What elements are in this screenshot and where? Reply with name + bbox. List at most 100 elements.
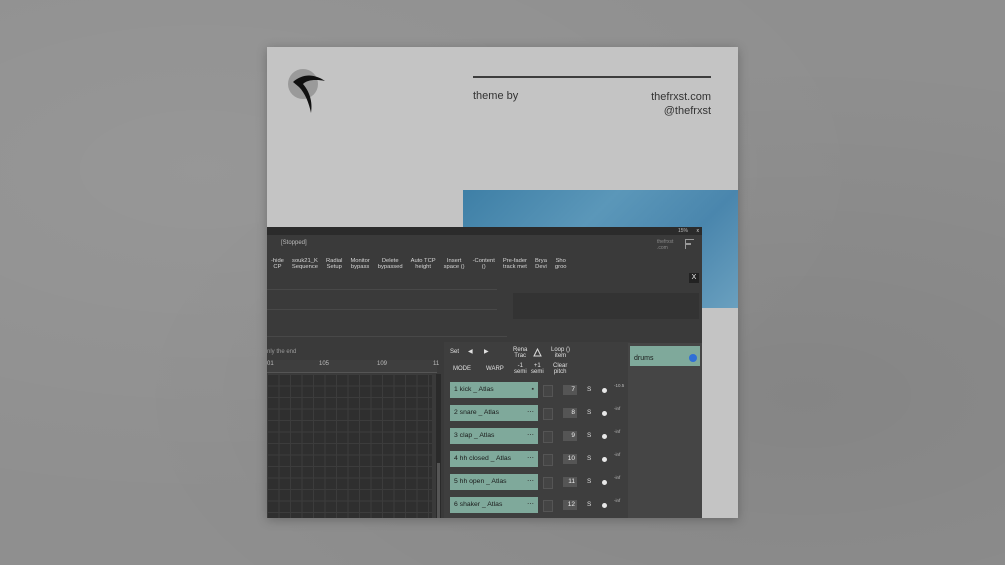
scrollbar-thumb[interactable] xyxy=(437,463,440,518)
folder-track-drums[interactable]: drums xyxy=(630,346,700,366)
track-menu-icon[interactable]: ⋯ xyxy=(527,428,534,444)
track-row-hh-open[interactable]: 5 hh open _ Atlas ⋯ xyxy=(450,474,538,490)
toolbar-button-bryan[interactable]: Brya Devi xyxy=(531,258,551,270)
action-toolbar: -hide CP souk21_K Sequence Radial Setup … xyxy=(267,258,571,270)
track-name: 1 kick _ Atlas xyxy=(454,386,494,393)
solo-button[interactable]: S xyxy=(587,501,591,508)
track-name: 5 hh open _ Atlas xyxy=(454,478,507,485)
toolbar-button-content[interactable]: -Content () xyxy=(469,258,499,270)
track-number[interactable]: 11 xyxy=(563,477,577,487)
ruler-label: 105 xyxy=(319,361,330,367)
track-menu-icon[interactable]: ⋯ xyxy=(527,497,534,513)
track-row-kick[interactable]: 1 kick _ Atlas ▪ xyxy=(450,382,538,398)
info-panel xyxy=(513,293,699,319)
track-number[interactable]: 12 xyxy=(563,500,577,510)
solo-button[interactable]: S xyxy=(587,455,591,462)
input-toggle[interactable] xyxy=(543,385,553,397)
track-row-snare[interactable]: 2 snare _ Atlas ⋯ xyxy=(450,405,538,421)
theme-by-label: theme by xyxy=(473,90,519,102)
close-panel-button[interactable]: X xyxy=(689,273,699,283)
ruler-label: 01 xyxy=(267,361,274,367)
track-level: -inf xyxy=(614,475,621,480)
record-arm-button[interactable] xyxy=(602,388,607,393)
brand-sub: .com xyxy=(657,245,668,251)
divider xyxy=(267,309,497,310)
toolbar-button-sequence[interactable]: souk21_K Sequence xyxy=(288,258,322,270)
ruler-label: 11 xyxy=(433,361,440,367)
track-name: 3 clap _ Atlas xyxy=(454,432,495,439)
record-arm-button[interactable] xyxy=(602,503,607,508)
arrange-grid[interactable] xyxy=(267,374,432,518)
divider xyxy=(267,336,507,337)
triangle-icon[interactable] xyxy=(533,348,542,357)
track-level: -10.5 xyxy=(614,383,625,388)
toolbar-button-radial-setup[interactable]: Radial Setup xyxy=(322,258,346,270)
input-toggle[interactable] xyxy=(543,500,553,512)
track-row-clap[interactable]: 3 clap _ Atlas ⋯ xyxy=(450,428,538,444)
toolbar-button-delete-bypassed[interactable]: Delete bypassed xyxy=(374,258,407,270)
input-toggle[interactable] xyxy=(543,408,553,420)
toolbar-button-show-groove[interactable]: Sho groo xyxy=(551,258,571,270)
input-toggle[interactable] xyxy=(543,477,553,489)
solo-button[interactable]: S xyxy=(587,386,591,393)
set-button[interactable]: Set xyxy=(450,349,459,355)
clear-pitch-button[interactable]: Clear pitch xyxy=(553,363,567,375)
minus-semi-button[interactable]: -1 semi xyxy=(514,363,527,375)
titlebar-close-button[interactable]: x xyxy=(697,228,700,234)
input-toggle[interactable] xyxy=(543,454,553,466)
track-name: 6 shaker _ Atlas xyxy=(454,501,503,508)
folder-name: drums xyxy=(634,355,654,362)
next-arrow-icon[interactable]: ▶ xyxy=(484,349,489,355)
prev-arrow-icon[interactable]: ◀ xyxy=(468,349,473,355)
toolbar-button-hide-tcp[interactable]: -hide CP xyxy=(267,258,288,270)
site-link[interactable]: thefrxst.com xyxy=(651,90,711,104)
header-rule xyxy=(473,76,711,78)
mode-button[interactable]: MODE xyxy=(453,366,471,372)
record-arm-button[interactable] xyxy=(602,411,607,416)
ruler-label: 109 xyxy=(377,361,388,367)
loop-item-button[interactable]: Loop () item xyxy=(551,347,570,359)
app-titlebar: 15% x xyxy=(267,227,702,235)
rename-track-button[interactable]: Rena Trac xyxy=(513,347,527,359)
track-menu-icon[interactable]: ⋯ xyxy=(527,451,534,467)
solo-button[interactable]: S xyxy=(587,409,591,416)
divider xyxy=(267,289,497,290)
folder-link-icon[interactable] xyxy=(689,354,697,362)
frxst-logo xyxy=(288,69,325,113)
titlebar-percent: 15% xyxy=(677,228,688,234)
record-arm-button[interactable] xyxy=(602,457,607,462)
track-row-hh-closed[interactable]: 4 hh closed _ Atlas ⋯ xyxy=(450,451,538,467)
track-level: -inf xyxy=(614,498,621,503)
plus-semi-button[interactable]: +1 semi xyxy=(531,363,544,375)
timeline-ruler: 01 105 109 11 xyxy=(267,360,440,373)
brand-label: thefrxst .com xyxy=(657,239,673,251)
daw-screenshot: 15% x [Stopped] thefrxst .com -hide CP s… xyxy=(267,227,702,518)
track-number[interactable]: 8 xyxy=(563,408,577,418)
track-menu-icon[interactable]: ⋯ xyxy=(527,474,534,490)
track-menu-icon[interactable]: ⋯ xyxy=(527,405,534,421)
track-number[interactable]: 7 xyxy=(563,385,577,395)
toolbar-button-monitor-bypass[interactable]: Monitor bypass xyxy=(346,258,373,270)
handle-link[interactable]: @thefrxst xyxy=(651,104,711,118)
track-level: -inf xyxy=(614,406,621,411)
toolbar-button-pre-fader[interactable]: Pre-fader track met xyxy=(499,258,531,270)
solo-button[interactable]: S xyxy=(587,478,591,485)
theme-card: theme by thefrxst.com @thefrxst 15% x [S… xyxy=(267,47,738,518)
record-arm-button[interactable] xyxy=(602,480,607,485)
track-number[interactable]: 9 xyxy=(563,431,577,441)
track-menu-icon[interactable]: ▪ xyxy=(532,382,534,398)
track-name: 4 hh closed _ Atlas xyxy=(454,455,512,462)
input-toggle[interactable] xyxy=(543,431,553,443)
track-name: 2 snare _ Atlas xyxy=(454,409,499,416)
record-arm-button[interactable] xyxy=(602,434,607,439)
warp-button[interactable]: WARP xyxy=(486,366,504,372)
transport-status: [Stopped] xyxy=(281,240,307,246)
track-number[interactable]: 10 xyxy=(563,454,577,464)
solo-button[interactable]: S xyxy=(587,432,591,439)
track-row-shaker[interactable]: 6 shaker _ Atlas ⋯ xyxy=(450,497,538,513)
site-credits: thefrxst.com @thefrxst xyxy=(651,90,711,118)
toolbar-button-auto-tcp-height[interactable]: Auto TCP height xyxy=(407,258,440,270)
toolbar-button-insert-space[interactable]: Insert space () xyxy=(440,258,469,270)
brand-f-icon xyxy=(685,239,694,249)
track-level: -inf xyxy=(614,452,621,457)
